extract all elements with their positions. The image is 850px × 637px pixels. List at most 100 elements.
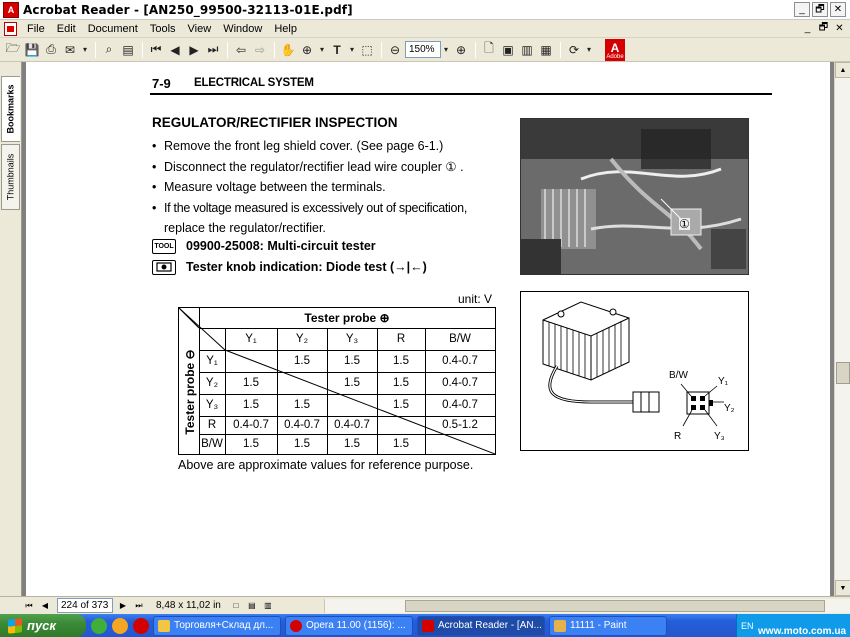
zoom-in-icon[interactable]: ⊕: [452, 41, 470, 59]
toolbar-separator: [274, 41, 275, 58]
menu-tools[interactable]: Tools: [144, 23, 182, 35]
table-cell: 1.5: [393, 399, 409, 411]
menu-window[interactable]: Window: [217, 23, 268, 35]
actual-size-icon[interactable]: 🗋: [480, 41, 498, 59]
taskbar-item-paint[interactable]: 11111 - Paint: [549, 615, 667, 636]
quicklaunch-icon[interactable]: [112, 617, 128, 634]
terminal-label-y1: Y₁: [718, 376, 729, 387]
rotate-dropdown-icon[interactable]: ▾: [584, 41, 594, 59]
table-cell: 1.5: [294, 399, 310, 411]
table-column-header: B/W: [449, 333, 471, 345]
last-page-icon[interactable]: ⏭: [204, 41, 222, 59]
table-cell: 1.5: [344, 355, 360, 367]
toolbar-separator: [381, 41, 382, 58]
fit-width-icon[interactable]: ▥: [518, 41, 536, 59]
unit-label: unit: V: [458, 292, 493, 306]
table-column-header: Y₃: [345, 333, 359, 345]
table-caption: Above are approximate values for referen…: [178, 458, 474, 472]
taskbar-item-opera[interactable]: Opera 11.00 (1156): ...: [285, 615, 413, 636]
doc-close-button[interactable]: ✕: [833, 22, 846, 35]
tab-bookmarks[interactable]: Bookmarks: [1, 76, 20, 142]
taskbar-item-torgovlya[interactable]: Торговля+Склад дл...: [153, 615, 281, 636]
tab-thumbnails[interactable]: Thumbnails: [1, 144, 20, 210]
rotate-view-icon[interactable]: ⟳: [565, 41, 583, 59]
opera-quicklaunch-icon[interactable]: [133, 617, 149, 634]
email-icon[interactable]: ✉: [61, 41, 79, 59]
terminal-label-y2: Y₂: [724, 403, 735, 414]
vertical-scroll-thumb[interactable]: [836, 362, 850, 384]
table-cell: 1.5: [344, 377, 360, 389]
hand-tool-icon[interactable]: ✋: [279, 41, 297, 59]
previous-page-icon[interactable]: ◀: [166, 41, 184, 59]
close-button[interactable]: ✕: [830, 2, 846, 17]
table-column-header: R: [396, 333, 406, 345]
first-page-nav-icon[interactable]: ⏮: [22, 599, 36, 613]
document-icon[interactable]: [4, 21, 17, 36]
scroll-up-icon[interactable]: ▲: [835, 62, 850, 78]
page-number-field[interactable]: 224 of 373: [57, 598, 113, 613]
email-dropdown-icon[interactable]: ▾: [80, 41, 90, 59]
save-icon[interactable]: 💾: [23, 41, 41, 59]
menu-help[interactable]: Help: [268, 23, 303, 35]
document-area[interactable]: 7-9 ELECTRICAL SYSTEM REGULATOR/RECTIFIE…: [22, 62, 834, 596]
start-button[interactable]: пуск: [0, 614, 86, 637]
tester-knob-text: Tester knob indication: Diode test (→|←): [186, 260, 427, 274]
language-indicator[interactable]: EN: [741, 621, 754, 631]
adobe-logo-icon[interactable]: A Adobe: [605, 38, 625, 61]
zoom-dropdown-icon[interactable]: ▾: [441, 41, 451, 59]
continuous-page-icon[interactable]: ▤: [245, 599, 259, 613]
zoom-level-field[interactable]: 150%: [405, 41, 441, 58]
taskbar-item-acrobat[interactable]: Acrobat Reader - [AN...: [417, 615, 545, 636]
scroll-down-icon[interactable]: ▼: [835, 580, 850, 596]
acrobat-app-icon[interactable]: A: [3, 1, 19, 18]
select-dropdown-icon[interactable]: ▾: [347, 41, 357, 59]
table-cell: 0.5-1.2: [442, 419, 478, 431]
last-page-nav-icon[interactable]: ⏭: [132, 599, 146, 613]
table-cell: 1.5: [294, 438, 310, 450]
quicklaunch-icon[interactable]: [91, 617, 107, 634]
previous-page-nav-icon[interactable]: ◀: [38, 599, 52, 613]
facing-page-icon[interactable]: ▥: [261, 599, 275, 613]
watermark-text: www.moto.com.ua: [758, 626, 846, 637]
minimize-button[interactable]: _: [794, 2, 810, 17]
section-title: ELECTRICAL SYSTEM: [194, 77, 314, 89]
open-folder-icon[interactable]: 🗁: [4, 41, 22, 59]
doc-minimize-button[interactable]: _: [801, 22, 814, 35]
window-title: Acrobat Reader - [AN250_99500-32113-01E.…: [23, 2, 353, 17]
next-page-icon[interactable]: ▶: [185, 41, 203, 59]
go-back-icon[interactable]: ⇦: [232, 41, 250, 59]
go-forward-icon[interactable]: ⇨: [251, 41, 269, 59]
reflow-icon[interactable]: ▦: [537, 41, 555, 59]
find-binoculars-icon[interactable]: ⌕: [100, 41, 118, 59]
horizontal-scroll-thumb[interactable]: [405, 600, 825, 612]
table-cell: 1.5: [243, 399, 259, 411]
menu-view[interactable]: View: [182, 23, 218, 35]
instruction-list: • Remove the front leg shield cover. (See…: [152, 136, 512, 239]
single-page-icon[interactable]: □: [229, 599, 243, 613]
next-page-nav-icon[interactable]: ▶: [116, 599, 130, 613]
menu-document[interactable]: Document: [82, 23, 144, 35]
zoom-out-icon[interactable]: ⊖: [386, 41, 404, 59]
tool-icon: TOOL: [152, 238, 176, 254]
horizontal-scrollbar[interactable]: [324, 599, 850, 613]
show-hide-pane-icon[interactable]: ▤: [119, 41, 137, 59]
list-item-continuation: replace the regulator/rectifier.: [164, 221, 326, 235]
probe-minus-header: Tester probe ⊖: [183, 349, 197, 435]
fit-page-icon[interactable]: ▣: [499, 41, 517, 59]
first-page-icon[interactable]: ⏮: [147, 41, 165, 59]
text-select-icon[interactable]: T: [328, 41, 346, 59]
menu-edit[interactable]: Edit: [51, 23, 82, 35]
snapshot-icon[interactable]: ⬚: [358, 41, 376, 59]
table-cell: 0.4-0.7: [442, 355, 478, 367]
zoom-tool-dropdown-icon[interactable]: ▾: [317, 41, 327, 59]
print-icon[interactable]: ⎙: [42, 41, 60, 59]
zoom-in-tool-icon[interactable]: ⊕: [298, 41, 316, 59]
restore-button[interactable]: 🗗: [812, 2, 828, 17]
status-bar: ⏮ ◀ 224 of 373 ▶ ⏭ 8,48 x 11,02 in □ ▤ ▥: [0, 596, 850, 614]
table-column-header: Y₂: [295, 333, 309, 345]
toolbar-separator: [227, 41, 228, 58]
menu-file[interactable]: File: [21, 23, 51, 35]
vertical-scrollbar[interactable]: ▲ ▼: [834, 62, 850, 596]
doc-restore-button[interactable]: 🗗: [817, 22, 830, 35]
windows-flag-icon: [8, 617, 22, 634]
